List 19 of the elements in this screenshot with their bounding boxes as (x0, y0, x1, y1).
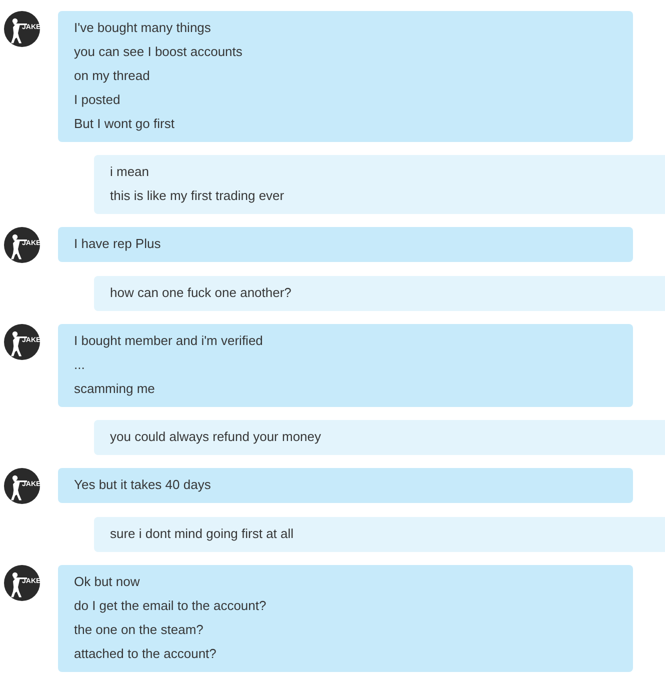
message-text: attached to the account? (74, 645, 216, 663)
message-text: I've bought many things (74, 19, 211, 37)
message-text: I have rep Plus (74, 235, 161, 253)
message-text: But I wont go first (74, 115, 174, 133)
message-text: sure i dont mind going first at all (110, 525, 294, 543)
message-text: how can one fuck one another? (110, 284, 292, 302)
message-text: scamming me (74, 380, 155, 398)
message-text: this is like my first trading ever (110, 187, 284, 205)
message-text: do I get the email to the account? (74, 597, 266, 615)
message-text: ... (74, 356, 85, 374)
message-text: I posted (74, 91, 120, 109)
message-text: the one on the steam? (74, 621, 204, 639)
message-text: Ok but now (74, 573, 140, 591)
message-text: i mean (110, 163, 150, 181)
message-text: you could always refund your money (110, 428, 322, 446)
message-text: Yes but it takes 40 days (74, 476, 211, 494)
message-text: on my thread (74, 67, 150, 85)
message-text: you can see I boost accounts (74, 43, 242, 61)
message-text: I bought member and i'm verified (74, 332, 263, 350)
